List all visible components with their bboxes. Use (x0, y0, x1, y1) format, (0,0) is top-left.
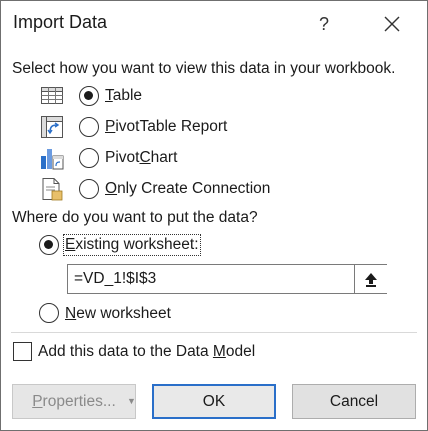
existing-worksheet-label[interactable]: Existing worksheet: (63, 234, 201, 256)
cancel-button[interactable]: Cancel (292, 384, 416, 419)
collapse-dialog-button[interactable] (354, 265, 387, 293)
collapse-arrow-icon (365, 273, 377, 287)
dialog-title: Import Data (13, 12, 108, 32)
reference-input[interactable] (68, 265, 354, 293)
reference-field (67, 264, 387, 294)
table-option-label[interactable]: Table (105, 87, 142, 105)
dropdown-arrow-icon: ▼ (127, 396, 136, 406)
import-data-dialog: Import Data ? Select how you want to vie… (0, 0, 428, 431)
data-model-label[interactable]: Add this data to the Data Model (38, 343, 255, 361)
ok-button[interactable]: OK (152, 384, 276, 419)
view-prompt: Select how you want to view this data in… (12, 60, 396, 77)
connection-radio[interactable] (79, 179, 99, 199)
pivot-table-radio[interactable] (79, 117, 99, 137)
pivot-chart-option-label[interactable]: PivotChart (105, 149, 177, 167)
data-model-checkbox[interactable] (13, 342, 32, 361)
properties-button-label: Properties... (32, 393, 116, 410)
close-button[interactable] (377, 9, 407, 39)
pivot-table-icon (41, 116, 63, 138)
connection-icon (42, 178, 63, 201)
help-button[interactable]: ? (309, 9, 339, 39)
pivot-table-option-label[interactable]: PivotTable Report (105, 118, 227, 136)
table-radio[interactable] (79, 86, 99, 106)
pivot-chart-icon (41, 149, 64, 170)
pivot-chart-radio[interactable] (79, 148, 99, 168)
existing-worksheet-radio[interactable] (39, 235, 59, 255)
new-worksheet-label[interactable]: New worksheet (65, 305, 171, 323)
title-bar: Import Data ? (1, 1, 427, 47)
separator (11, 332, 417, 333)
close-icon (384, 16, 400, 32)
connection-option-label[interactable]: Only Create Connection (105, 180, 270, 198)
properties-button[interactable]: Properties... ▼ (12, 384, 136, 419)
table-icon (41, 87, 63, 104)
location-prompt: Where do you want to put the data? (12, 209, 258, 226)
new-worksheet-radio[interactable] (39, 303, 59, 323)
